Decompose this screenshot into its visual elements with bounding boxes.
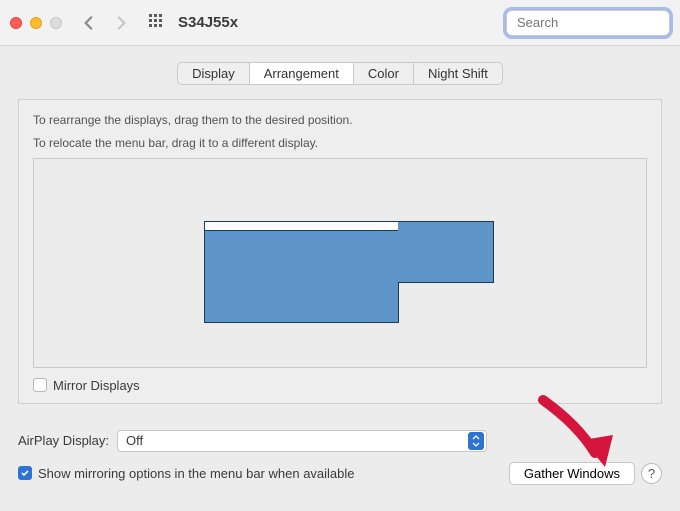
close-icon[interactable] — [10, 17, 22, 29]
tabs: Display Arrangement Color Night Shift — [177, 62, 503, 85]
display-canvas[interactable] — [33, 158, 647, 368]
arrangement-box: To rearrange the displays, drag them to … — [18, 99, 662, 404]
mirror-label: Mirror Displays — [53, 378, 140, 393]
airplay-label: AirPlay Display: — [18, 433, 109, 448]
tab-night-shift[interactable]: Night Shift — [414, 63, 502, 84]
window-title: S34J55x — [178, 14, 238, 31]
back-icon[interactable] — [80, 14, 98, 32]
help-button[interactable]: ? — [641, 463, 662, 484]
gather-windows-button[interactable]: Gather Windows — [509, 462, 635, 485]
tab-arrangement[interactable]: Arrangement — [250, 63, 354, 84]
chevron-updown-icon — [468, 432, 484, 450]
bottom-row: Show mirroring options in the menu bar w… — [18, 462, 662, 485]
mirror-row: Mirror Displays — [33, 378, 647, 393]
titlebar: S34J55x — [0, 0, 680, 46]
instruction-line-1: To rearrange the displays, drag them to … — [33, 112, 647, 129]
minimize-icon[interactable] — [30, 17, 42, 29]
zoom-icon — [50, 17, 62, 29]
show-all-icon[interactable] — [148, 13, 164, 32]
airplay-value: Off — [126, 433, 143, 448]
forward-icon[interactable] — [112, 14, 130, 32]
instruction-line-2: To relocate the menu bar, drag it to a d… — [33, 135, 647, 152]
airplay-select[interactable]: Off — [117, 430, 487, 452]
show-mirroring-label: Show mirroring options in the menu bar w… — [38, 466, 355, 481]
mirror-checkbox[interactable] — [33, 378, 47, 392]
display-primary[interactable] — [204, 221, 399, 323]
show-mirroring-checkbox[interactable] — [18, 466, 32, 480]
nav-buttons — [80, 14, 130, 32]
airplay-row: AirPlay Display: Off — [18, 430, 662, 452]
tab-color[interactable]: Color — [354, 63, 414, 84]
tab-display[interactable]: Display — [178, 63, 250, 84]
search-input[interactable] — [517, 15, 680, 30]
display-secondary[interactable] — [398, 221, 494, 283]
window-controls — [10, 17, 62, 29]
search-field[interactable] — [506, 10, 670, 36]
